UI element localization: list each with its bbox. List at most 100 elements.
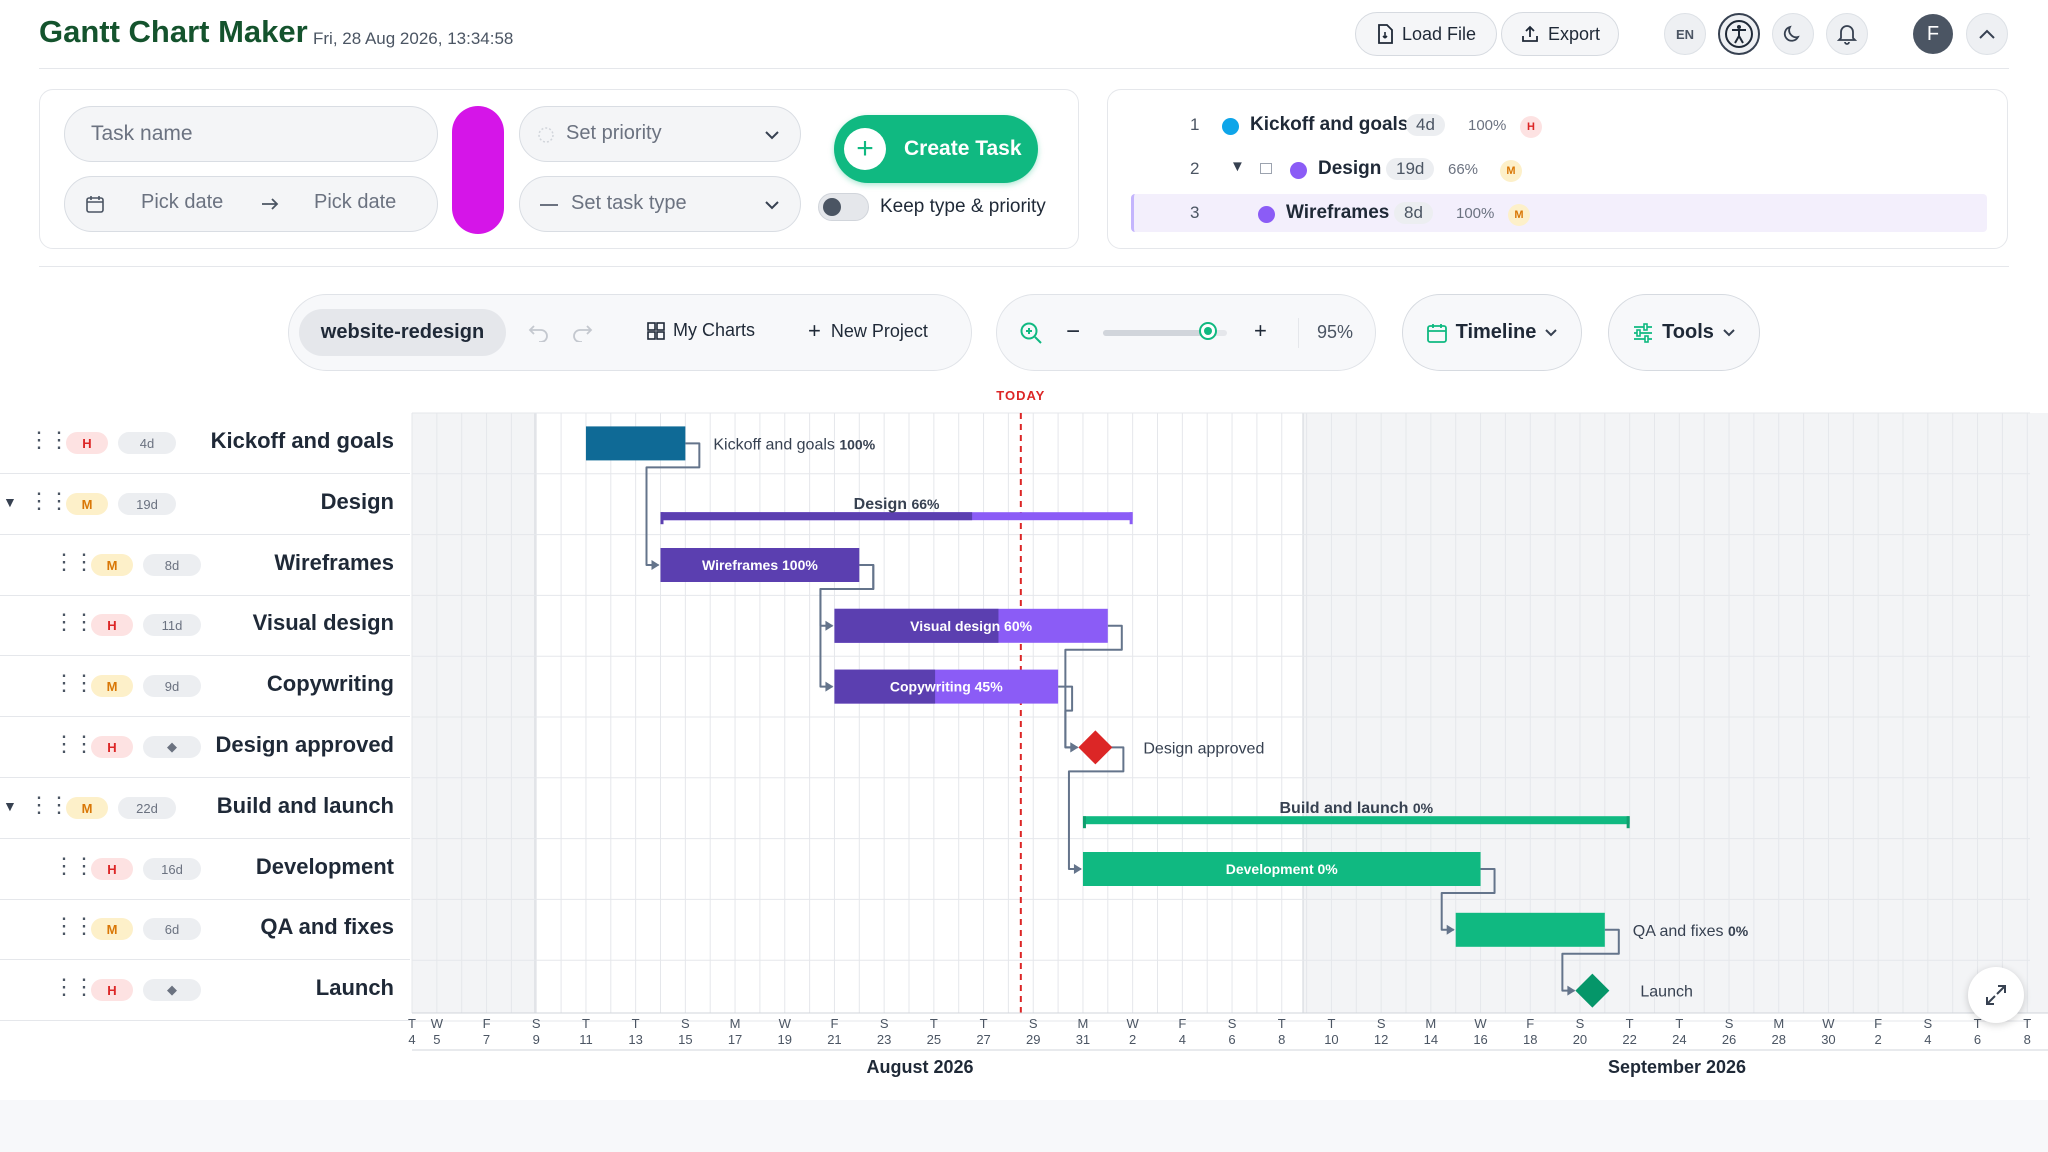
task-color-picker[interactable]	[452, 106, 504, 234]
undo-icon[interactable]	[528, 322, 550, 342]
axis-day-label: 7	[483, 1032, 490, 1047]
avatar[interactable]: F	[1913, 14, 1953, 54]
accessibility-button[interactable]	[1718, 13, 1760, 55]
axis-weekday-label: S	[681, 1016, 690, 1031]
my-charts-button[interactable]: My Charts	[647, 320, 755, 341]
project-name-chip[interactable]: website-redesign	[299, 309, 506, 356]
expand-button[interactable]	[1968, 967, 2024, 1023]
axis-weekday-label: S	[1924, 1016, 1933, 1031]
zoom-in-button[interactable]: +	[1254, 318, 1267, 344]
task-list-priority: M	[1508, 204, 1530, 226]
moon-icon	[1783, 25, 1800, 42]
new-project-button[interactable]: + New Project	[808, 320, 928, 342]
axis-day-label: 12	[1374, 1032, 1388, 1047]
axis-weekday-label: S	[1029, 1016, 1038, 1031]
milestone-label: Launch	[1640, 984, 1693, 1001]
axis-weekday-label: T	[930, 1016, 938, 1031]
chevron-down-icon	[1545, 329, 1558, 337]
collapse-header-button[interactable]	[1966, 13, 2008, 55]
task-list-progress: 100%	[1456, 205, 1495, 222]
export-label: Export	[1547, 23, 1601, 44]
gantt-bar-label: Development 0%	[1226, 861, 1339, 877]
task-list-duration: 8d	[1394, 202, 1433, 224]
gantt-bar-label: Copywriting 45%	[890, 679, 1003, 695]
gantt-summary-percent: 66%	[911, 496, 940, 512]
axis-day-label: 8	[2024, 1032, 2031, 1047]
group-icon	[1260, 163, 1272, 174]
axis-day-label: 2	[1875, 1032, 1882, 1047]
load-file-button[interactable]: Load File	[1355, 12, 1497, 56]
export-button[interactable]: Export	[1501, 12, 1619, 56]
axis-weekday-label: W	[1474, 1016, 1487, 1031]
axis-day-label: 31	[1076, 1032, 1090, 1047]
keep-type-toggle[interactable]	[818, 193, 869, 221]
zoom-slider[interactable]	[1103, 322, 1227, 340]
task-name-input[interactable]: Task name	[64, 106, 438, 162]
gantt-task: Copywriting 45%	[834, 669, 1059, 704]
month-label: August 2026	[866, 1057, 973, 1077]
axis-weekday-label: W	[1127, 1016, 1140, 1031]
axis-weekday-label: M	[730, 1016, 741, 1031]
gantt-summary-cap	[1082, 816, 1086, 829]
zoom-icon[interactable]	[1019, 321, 1043, 345]
task-list-priority: M	[1500, 160, 1522, 182]
axis-weekday-label: S	[880, 1016, 889, 1031]
notifications-button[interactable]	[1826, 13, 1868, 55]
tools-label: Tools	[1662, 321, 1714, 343]
task-number: 3	[1190, 203, 1200, 222]
zoom-out-button[interactable]: −	[1066, 318, 1080, 346]
language-button[interactable]: EN	[1664, 13, 1706, 55]
end-date-field[interactable]: Pick date	[314, 191, 396, 214]
axis-weekday-label: F	[1874, 1016, 1882, 1031]
task-number: 1	[1190, 115, 1200, 134]
current-datetime: Fri, 28 Aug 2026, 13:34:58	[313, 29, 514, 48]
tools-button[interactable]: Tools	[1608, 294, 1760, 371]
axis-weekday-label: T	[1278, 1016, 1286, 1031]
zoom-slider-fill	[1103, 330, 1209, 336]
redo-icon[interactable]	[571, 322, 593, 342]
task-list-name: Wireframes	[1286, 202, 1390, 223]
axis-weekday-label: S	[1377, 1016, 1386, 1031]
gantt-chart[interactable]: TODAY Kickoff and goals 100% Design 66% Wir…	[0, 380, 2048, 1100]
task-list-priority: H	[1520, 116, 1542, 138]
axis-day-label: 4	[1924, 1032, 1931, 1047]
gantt-summary-cap	[1129, 512, 1133, 525]
axis-weekday-label: T	[632, 1016, 640, 1031]
gantt-bar-label: Wireframes 100%	[702, 557, 818, 573]
gantt-summary-progress	[660, 512, 973, 521]
axis-weekday-label: S	[1228, 1016, 1237, 1031]
task-type-select[interactable]: Set task type	[519, 176, 801, 232]
plus-icon: +	[808, 318, 821, 343]
task-list-progress: 100%	[1468, 117, 1507, 134]
start-date-field[interactable]: Pick date	[141, 191, 223, 214]
axis-weekday-label: S	[1725, 1016, 1734, 1031]
language-label: EN	[1675, 26, 1695, 42]
date-range-input[interactable]: Pick date Pick date	[64, 176, 438, 232]
axis-weekday-label: M	[1773, 1016, 1784, 1031]
axis-day-label: 4	[1179, 1032, 1186, 1047]
gantt-bar[interactable]	[1455, 912, 1605, 947]
task-list-item[interactable]: 3 Wireframes 8d 100% M	[1180, 200, 1980, 228]
gantt-summary-cap	[660, 512, 664, 525]
task-list-item[interactable]: 2 ▼ Design 19d 66% M	[1180, 156, 1980, 184]
gantt-bar[interactable]	[585, 426, 686, 461]
arrow-right-icon	[262, 198, 279, 210]
priority-select[interactable]: Set priority	[519, 106, 801, 162]
axis-weekday-label: S	[532, 1016, 541, 1031]
axis-day-label: 26	[1722, 1032, 1736, 1047]
chevron-down-icon	[765, 131, 779, 140]
axis-day-label: 21	[827, 1032, 841, 1047]
task-list-item[interactable]: 1 Kickoff and goals 4d 100% H	[1180, 112, 1980, 140]
axis-day-label: 25	[927, 1032, 941, 1047]
month-label: September 2026	[1608, 1057, 1746, 1077]
task-list-name: Kickoff and goals	[1250, 114, 1409, 135]
timeline-view-button[interactable]: Timeline	[1402, 294, 1582, 371]
axis-weekday-label: S	[1576, 1016, 1585, 1031]
axis-day-label: 23	[877, 1032, 891, 1047]
axis-weekday-label: W	[431, 1016, 444, 1031]
task-color-dot	[1222, 118, 1239, 135]
dark-mode-button[interactable]	[1772, 13, 1814, 55]
collapse-caret-icon[interactable]: ▼	[1230, 158, 1245, 175]
axis-weekday-label: T	[1675, 1016, 1683, 1031]
create-task-button[interactable]: + Create Task	[834, 115, 1038, 183]
